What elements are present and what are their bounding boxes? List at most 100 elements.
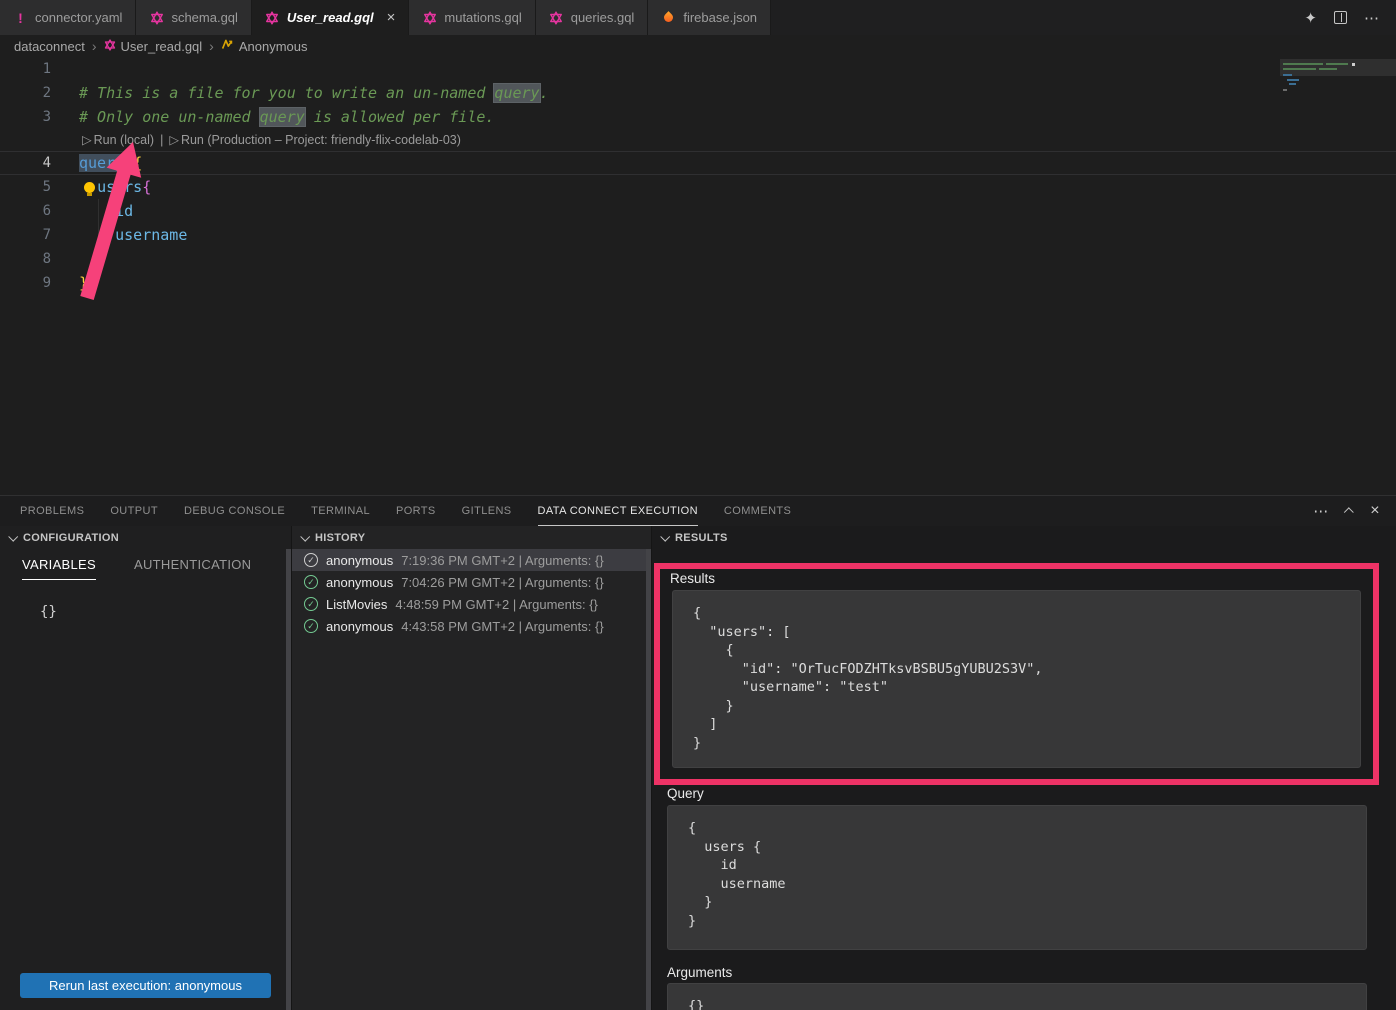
query-label: Query xyxy=(667,786,704,801)
tab-ports[interactable]: PORTS xyxy=(396,496,436,526)
history-item-meta: 4:48:59 PM GMT+2 | Arguments: {} xyxy=(395,597,597,612)
history-row[interactable]: ✓ anonymous 7:19:36 PM GMT+2 | Arguments… xyxy=(292,549,651,571)
tab-schema-gql[interactable]: schema.gql xyxy=(136,0,251,35)
more-actions-icon[interactable]: ⋯ xyxy=(1364,9,1380,27)
tab-problems[interactable]: PROBLEMS xyxy=(20,496,84,526)
history-item-meta: 7:19:36 PM GMT+2 | Arguments: {} xyxy=(401,553,603,568)
line-number: 9 xyxy=(0,271,51,295)
results-label: Results xyxy=(670,571,1373,586)
breadcrumb-dataconnect[interactable]: dataconnect xyxy=(14,39,85,54)
code-line-9: 9 } xyxy=(0,271,1396,295)
tab-label: firebase.json xyxy=(683,10,757,25)
tab-label: connector.yaml xyxy=(35,10,122,25)
code-line-4: 4 query { xyxy=(0,151,1396,175)
chevron-down-icon xyxy=(660,532,670,542)
check-circle-icon: ✓ xyxy=(304,575,318,589)
history-row[interactable]: ✓ ListMovies 4:48:59 PM GMT+2 | Argument… xyxy=(292,593,651,615)
close-brace: } xyxy=(79,274,88,292)
panel-actions: ⋯ × xyxy=(1313,496,1396,526)
code-line-6: 6 id xyxy=(0,199,1396,223)
results-header[interactable]: RESULTS xyxy=(652,526,1396,549)
close-icon[interactable]: × xyxy=(387,10,396,25)
arguments-box: {} xyxy=(667,983,1367,1010)
tab-queries-gql[interactable]: queries.gql xyxy=(536,0,649,35)
tab-label: User_read.gql xyxy=(287,10,374,25)
tab-user-read-gql[interactable]: User_read.gql × xyxy=(252,0,409,35)
lightbulb-icon[interactable] xyxy=(84,182,95,193)
tab-mutations-gql[interactable]: mutations.gql xyxy=(409,0,535,35)
history-item-meta: 7:04:26 PM GMT+2 | Arguments: {} xyxy=(401,575,603,590)
highlighted-word: query xyxy=(260,108,305,126)
chevron-down-icon xyxy=(8,532,18,542)
code-line-8: 8 } xyxy=(0,247,1396,271)
line-number: 7 xyxy=(0,223,51,247)
play-icon: ▷ xyxy=(169,129,179,151)
play-icon: ▷ xyxy=(82,129,92,151)
results-json: { "users": [ { "id": "OrTucFODZHTksvBSBU… xyxy=(673,591,1360,752)
query-code: { users { id username } } xyxy=(668,806,1366,930)
codelens-row: ▷Run (local) | ▷Run (Production – Projec… xyxy=(0,129,1396,151)
check-circle-icon: ✓ xyxy=(304,597,318,611)
split-editor-icon[interactable] xyxy=(1334,11,1347,24)
open-brace: { xyxy=(142,178,151,196)
tab-label: schema.gql xyxy=(171,10,237,25)
sparkle-icon[interactable]: ✦ xyxy=(1304,9,1317,27)
line-number: 8 xyxy=(0,247,51,271)
panel-body: CONFIGURATION VARIABLES AUTHENTICATION {… xyxy=(0,526,1396,1010)
line-number: 1 xyxy=(0,57,51,81)
history-section: HISTORY ✓ anonymous 7:19:36 PM GMT+2 | A… xyxy=(291,526,651,1010)
tab-gitlens[interactable]: GITLENS xyxy=(462,496,512,526)
arguments-value: {} xyxy=(668,984,1366,1010)
tab-debug-console[interactable]: DEBUG CONSOLE xyxy=(184,496,285,526)
history-row[interactable]: ✓ anonymous 4:43:58 PM GMT+2 | Arguments… xyxy=(292,615,651,637)
code-line-5: 5 users{ xyxy=(0,175,1396,199)
configuration-header[interactable]: CONFIGURATION xyxy=(0,526,291,549)
configuration-scrollbar[interactable] xyxy=(286,549,291,1010)
comment-text: # Only one un-named xyxy=(79,108,260,126)
tab-comments[interactable]: COMMENTS xyxy=(724,496,791,526)
results-title: RESULTS xyxy=(675,532,728,544)
breadcrumb-symbol-label: Anonymous xyxy=(239,39,308,54)
breadcrumb-file[interactable]: User_read.gql xyxy=(104,39,203,54)
maximize-panel-icon[interactable] xyxy=(1344,507,1354,517)
configuration-tabs: VARIABLES AUTHENTICATION xyxy=(0,549,291,580)
graphql-icon xyxy=(149,10,164,25)
tab-authentication[interactable]: AUTHENTICATION xyxy=(134,557,251,580)
bottom-panel: PROBLEMS OUTPUT DEBUG CONSOLE TERMINAL P… xyxy=(0,495,1396,1010)
code-editor[interactable]: 1 2 # This is a file for you to write an… xyxy=(0,57,1396,495)
breadcrumb-symbol[interactable]: Anonymous xyxy=(221,38,308,54)
panel-more-icon[interactable]: ⋯ xyxy=(1313,502,1329,520)
close-panel-icon[interactable]: × xyxy=(1370,502,1380,520)
history-header[interactable]: HISTORY xyxy=(292,526,651,549)
results-content: Results { "users": [ { "id": "OrTucFODZH… xyxy=(652,549,1396,1010)
tab-label: mutations.gql xyxy=(444,10,521,25)
history-item-name: ListMovies xyxy=(326,597,387,612)
history-row[interactable]: ✓ anonymous 7:04:26 PM GMT+2 | Arguments… xyxy=(292,571,651,593)
results-section: RESULTS Results { "users": [ { "id": "Or… xyxy=(651,526,1396,1010)
tab-output[interactable]: OUTPUT xyxy=(110,496,158,526)
results-highlight-box: Results { "users": [ { "id": "OrTucFODZH… xyxy=(654,563,1379,785)
id-field: id xyxy=(115,202,133,220)
tab-data-connect-execution[interactable]: DATA CONNECT EXECUTION xyxy=(538,496,698,526)
tab-connector-yaml[interactable]: ! connector.yaml xyxy=(0,0,136,35)
rerun-last-execution-button[interactable]: Rerun last execution: anonymous xyxy=(20,973,271,998)
run-production-codelens[interactable]: ▷Run (Production – Project: friendly-fli… xyxy=(169,129,461,151)
configuration-title: CONFIGURATION xyxy=(23,532,119,544)
code-line-2: 2 # This is a file for you to write an u… xyxy=(0,81,1396,105)
minimap[interactable] xyxy=(1280,59,1396,144)
line-number: 3 xyxy=(0,105,51,129)
exclamation-icon: ! xyxy=(13,10,28,25)
breadcrumb: dataconnect › User_read.gql › Anonymous xyxy=(0,35,1396,57)
panel-tab-bar: PROBLEMS OUTPUT DEBUG CONSOLE TERMINAL P… xyxy=(0,496,1396,526)
editor-actions: ✦ ⋯ xyxy=(1288,0,1396,35)
tab-terminal[interactable]: TERMINAL xyxy=(311,496,370,526)
tab-variables[interactable]: VARIABLES xyxy=(22,557,96,580)
chevron-right-icon: › xyxy=(92,38,97,54)
run-local-codelens[interactable]: ▷Run (local) xyxy=(82,129,154,151)
variables-value[interactable]: {} xyxy=(40,604,291,620)
tab-firebase-json[interactable]: firebase.json xyxy=(648,0,771,35)
chevron-down-icon xyxy=(300,532,310,542)
history-item-meta: 4:43:58 PM GMT+2 | Arguments: {} xyxy=(401,619,603,634)
history-scrollbar[interactable] xyxy=(646,549,651,1010)
query-box: { users { id username } } xyxy=(667,805,1367,950)
